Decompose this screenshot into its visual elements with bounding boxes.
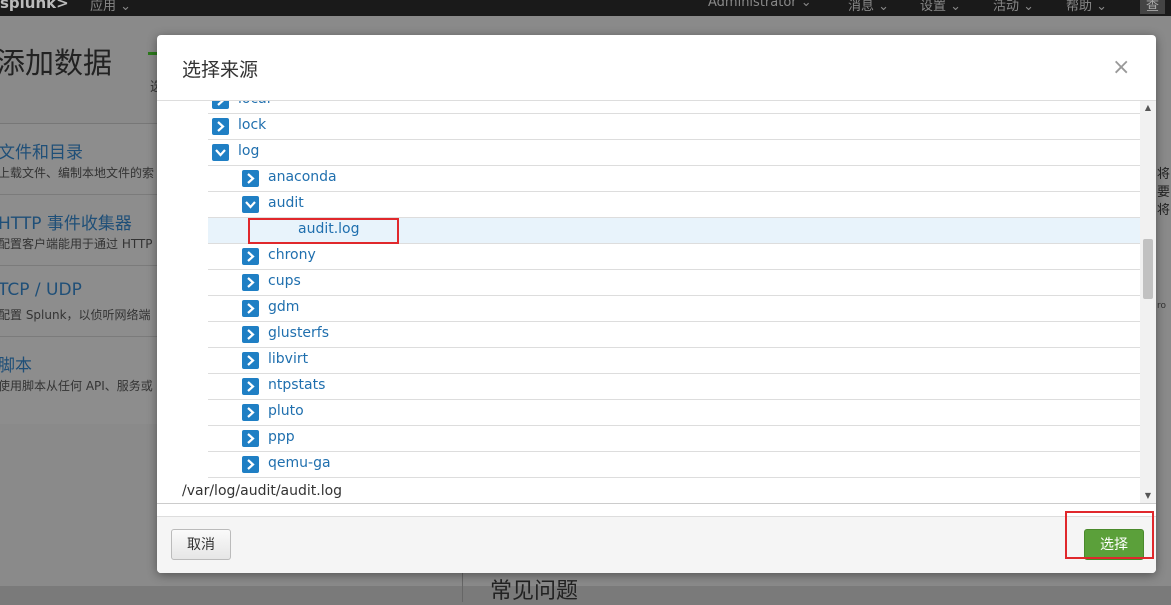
annotation-box-file [248, 218, 399, 244]
tree-folder-row[interactable]: glusterfs [208, 322, 1140, 348]
chevron-right-icon[interactable] [242, 378, 259, 395]
scroll-up-icon[interactable]: ▲ [1140, 101, 1156, 115]
tree-folder-row[interactable]: ppp [208, 426, 1140, 452]
chevron-right-icon[interactable] [212, 118, 229, 135]
tree-folder-row[interactable]: qemu-ga [208, 452, 1140, 478]
chevron-right-icon[interactable] [242, 352, 259, 369]
tree-folder-row[interactable]: log [208, 140, 1140, 166]
folder-label[interactable]: local [238, 101, 271, 107]
source-list: 文件和目录 上载文件、编制本地文件的索 HTTP 事件收集器 配置客户端能用于通… [0, 123, 157, 424]
folder-label[interactable]: gdm [268, 299, 299, 315]
source-title: 脚本 [0, 356, 32, 376]
chevron-right-icon[interactable] [242, 248, 259, 265]
faq-heading: 常见问题 [490, 579, 579, 604]
tree-folder-row[interactable]: pluto [208, 400, 1140, 426]
chevron-right-icon[interactable] [242, 430, 259, 447]
chevron-down-icon[interactable] [242, 196, 259, 213]
source-desc: 使用脚本从任何 API、服务或 [0, 379, 153, 393]
file-tree-panel: locallockloganacondaauditaudit.logchrony… [157, 101, 1156, 504]
splunk-logo[interactable]: splunk> [0, 0, 69, 12]
file-tree: locallockloganacondaauditaudit.logchrony… [208, 101, 1140, 503]
folder-label[interactable]: ppp [268, 429, 295, 445]
source-desc: 配置客户端能用于通过 HTTP [0, 237, 153, 251]
user-menu[interactable]: Administrator ⌄ [708, 0, 812, 10]
right-text-line: 将 [1157, 167, 1171, 182]
page-title: 添加数据 [0, 46, 113, 80]
select-source-dialog: 选择来源 × locallockloganacondaauditaudit.lo… [157, 35, 1156, 573]
dialog-footer: 取消 选择 [157, 517, 1156, 573]
settings-menu[interactable]: 设置 ⌄ [920, 0, 961, 14]
chevron-right-icon[interactable] [242, 404, 259, 421]
folder-label[interactable]: lock [238, 117, 266, 133]
source-desc: 配置 Splunk，以侦听网络端 [0, 308, 151, 322]
annotation-box-select [1065, 511, 1154, 559]
tree-folder-row[interactable]: libvirt [208, 348, 1140, 374]
close-icon[interactable]: × [1112, 55, 1130, 81]
folder-label[interactable]: glusterfs [268, 325, 329, 341]
chevron-down-icon[interactable] [212, 144, 229, 161]
chevron-right-icon[interactable] [212, 101, 229, 109]
source-desc: 上载文件、编制本地文件的索 [0, 166, 155, 180]
folder-label[interactable]: ntpstats [268, 377, 325, 393]
right-text-small: ro [1157, 301, 1167, 311]
tree-folder-row[interactable]: gdm [208, 296, 1140, 322]
tree-folder-row[interactable]: audit [208, 192, 1140, 218]
tree-folder-row[interactable]: chrony [208, 244, 1140, 270]
cancel-button[interactable]: 取消 [171, 529, 231, 560]
tree-folder-row[interactable]: cups [208, 270, 1140, 296]
tree-folder-row[interactable]: local [208, 101, 1140, 114]
activity-menu[interactable]: 活动 ⌄ [993, 0, 1034, 14]
source-title: HTTP 事件收集器 [0, 214, 132, 234]
chevron-right-icon[interactable] [242, 326, 259, 343]
chevron-right-icon[interactable] [242, 170, 259, 187]
source-item-scripts[interactable]: 脚本 使用脚本从任何 API、服务或 [0, 337, 157, 407]
search-button[interactable]: 查 [1140, 0, 1166, 14]
tree-folder-row[interactable]: ntpstats [208, 374, 1140, 400]
source-title: TCP / UDP [0, 280, 82, 300]
chevron-right-icon[interactable] [242, 456, 259, 473]
folder-label[interactable]: cups [268, 273, 301, 289]
source-item-files[interactable]: 文件和目录 上载文件、编制本地文件的索 [0, 124, 157, 195]
source-item-tcp-udp[interactable]: TCP / UDP 配置 Splunk，以侦听网络端 [0, 266, 157, 337]
apps-menu[interactable]: 应用 ⌄ [90, 0, 131, 14]
tree-scrollbar[interactable]: ▲ ▼ [1140, 101, 1156, 503]
tree-folder-row[interactable]: anaconda [208, 166, 1140, 192]
source-item-http[interactable]: HTTP 事件收集器 配置客户端能用于通过 HTTP [0, 195, 157, 266]
chevron-right-icon[interactable] [242, 274, 259, 291]
dialog-title: 选择来源 [182, 59, 259, 81]
scroll-down-icon[interactable]: ▼ [1140, 489, 1156, 503]
chevron-right-icon[interactable] [242, 300, 259, 317]
top-navigation-bar: splunk> 应用 ⌄ Administrator ⌄ 消息 ⌄ 设置 ⌄ 活… [0, 0, 1171, 16]
scrollbar-thumb[interactable] [1143, 239, 1153, 299]
tree-folder-row[interactable]: lock [208, 114, 1140, 140]
folder-label[interactable]: audit [268, 195, 304, 211]
folder-label[interactable]: libvirt [268, 351, 308, 367]
messages-menu[interactable]: 消息 ⌄ [848, 0, 889, 14]
folder-label[interactable]: chrony [268, 247, 316, 263]
folder-label[interactable]: anaconda [268, 169, 337, 185]
folder-label[interactable]: qemu-ga [268, 455, 331, 471]
right-text-line: 要将 [1157, 185, 1171, 218]
folder-label[interactable]: log [238, 143, 259, 159]
selected-path: /var/log/audit/audit.log [182, 483, 343, 499]
source-title: 文件和目录 [0, 143, 83, 163]
folder-label[interactable]: pluto [268, 403, 304, 419]
help-menu[interactable]: 帮助 ⌄ [1066, 0, 1107, 14]
dialog-header: 选择来源 × [157, 35, 1156, 101]
right-text: 将 要将 [1157, 166, 1171, 220]
